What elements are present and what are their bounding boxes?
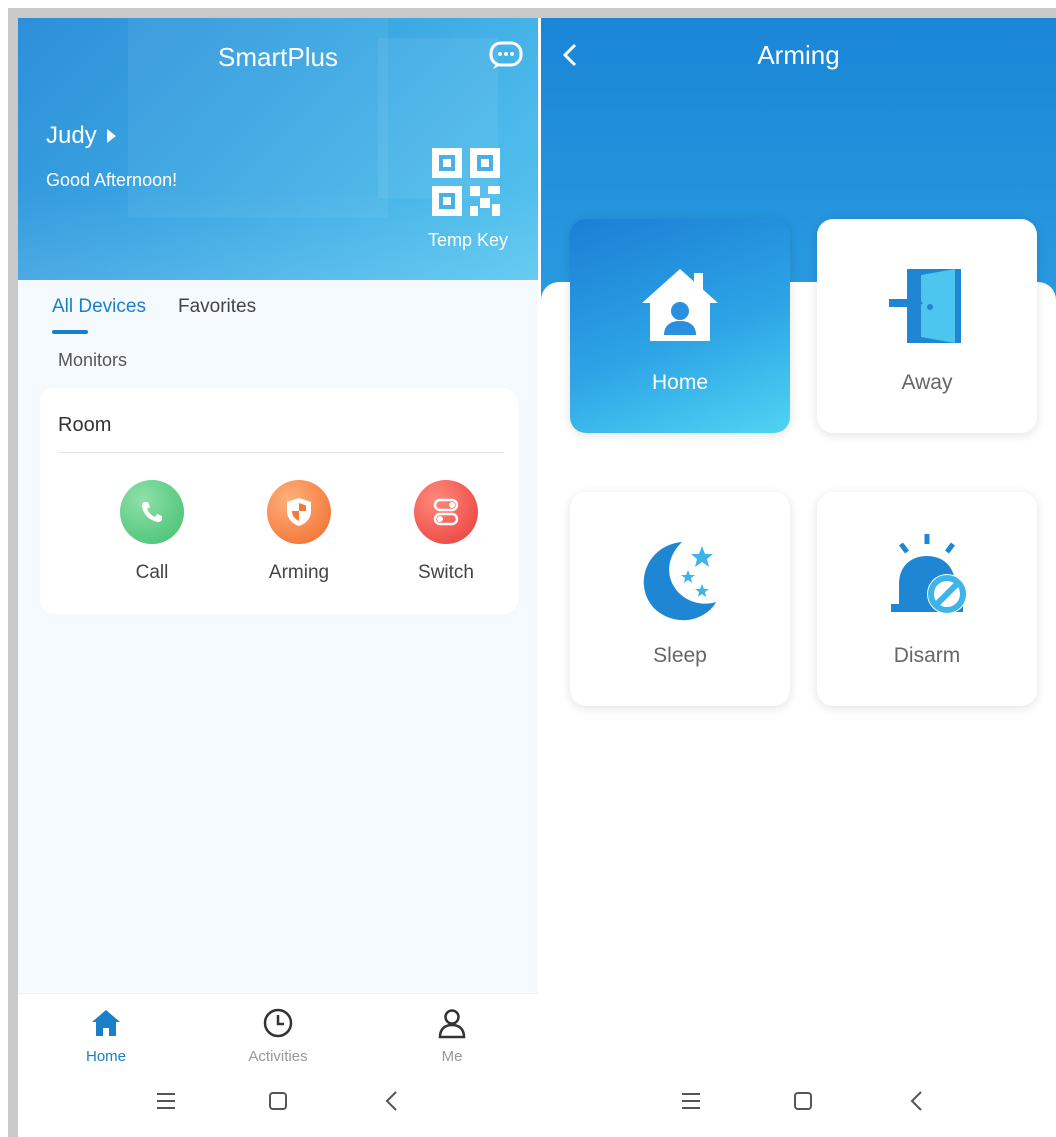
- phone-icon: [142, 502, 162, 522]
- nav-label: Me: [441, 1048, 463, 1065]
- nav-activities[interactable]: Activities: [228, 1006, 328, 1065]
- home-square-icon[interactable]: [266, 1089, 290, 1113]
- nav-label: Home: [85, 1048, 126, 1065]
- device-label: Switch: [418, 562, 474, 583]
- nav-home[interactable]: Home: [56, 1006, 156, 1065]
- device-label: Arming: [268, 562, 330, 583]
- tab-favorites[interactable]: Favorites: [178, 296, 256, 318]
- mode-away-button[interactable]: Away: [817, 219, 1037, 433]
- page-title: Arming: [757, 40, 840, 70]
- mode-label: Home: [651, 371, 709, 394]
- greeting-text: Good Afternoon!: [46, 170, 178, 190]
- device-switch-button[interactable]: Switch: [386, 480, 506, 584]
- back-icon[interactable]: [905, 1089, 929, 1113]
- caret-right-icon: [106, 129, 116, 143]
- device-tabs: All Devices Favorites: [52, 296, 256, 334]
- section-label-monitors[interactable]: Monitors: [58, 350, 127, 371]
- bottom-navigation: Home Activities Me: [18, 993, 538, 1067]
- moon-icon: [643, 542, 716, 621]
- house-icon: [642, 269, 718, 341]
- mode-sleep-button[interactable]: Sleep: [570, 492, 790, 706]
- mode-label: Sleep: [653, 644, 707, 667]
- arming-screen: Arming Home Away Sleep Disarm: [541, 18, 1056, 1137]
- nav-label: Activities: [248, 1048, 308, 1065]
- shield-icon: [287, 498, 311, 526]
- qr-code-icon[interactable]: [430, 146, 502, 218]
- door-exit-icon: [889, 269, 961, 343]
- message-icon[interactable]: [488, 40, 524, 70]
- arming-icon-circle: [267, 480, 331, 544]
- menu-icon[interactable]: [679, 1089, 703, 1113]
- mode-home-button[interactable]: Home: [570, 219, 790, 433]
- room-title: Room: [58, 414, 112, 436]
- mode-disarm-button[interactable]: Disarm: [817, 492, 1037, 706]
- clock-icon: [263, 1008, 293, 1038]
- menu-icon[interactable]: [154, 1089, 178, 1113]
- call-icon-circle: [120, 480, 184, 544]
- toggle-icon: [433, 498, 459, 526]
- home-icon: [92, 1010, 120, 1036]
- switch-icon-circle: [414, 480, 478, 544]
- system-navigation-bar: [541, 1067, 1056, 1137]
- app-title: SmartPlus: [218, 42, 338, 72]
- device-arming-button[interactable]: Arming: [239, 480, 359, 584]
- mode-label: Away: [901, 371, 953, 394]
- temp-key-label[interactable]: Temp Key: [418, 230, 518, 251]
- device-label: Call: [135, 562, 169, 583]
- user-profile-link[interactable]: Judy: [46, 122, 116, 150]
- mode-label: Disarm: [893, 644, 961, 667]
- alarm-off-icon: [891, 534, 967, 614]
- header-banner: SmartPlus Judy Good Afternoon! Temp Key: [18, 18, 538, 280]
- device-call-button[interactable]: Call: [92, 480, 212, 584]
- nav-me[interactable]: Me: [402, 1006, 502, 1065]
- user-name: Judy: [46, 122, 97, 149]
- system-navigation-bar: [18, 1067, 538, 1137]
- back-icon[interactable]: [380, 1089, 404, 1113]
- room-card: Room Call Arming Switch: [40, 388, 518, 614]
- tab-all-devices[interactable]: All Devices: [52, 296, 146, 334]
- smartplus-home-screen: SmartPlus Judy Good Afternoon! Temp Key …: [18, 18, 538, 1137]
- divider: [58, 452, 504, 453]
- home-square-icon[interactable]: [791, 1089, 815, 1113]
- person-icon: [438, 1009, 466, 1039]
